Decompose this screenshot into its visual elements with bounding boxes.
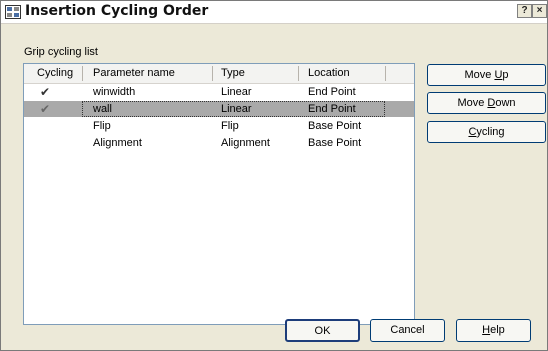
insertion-cycling-order-dialog: Insertion Cycling Order ? × Grip cycling…	[0, 0, 548, 351]
parameter-name-cell: Flip	[93, 120, 111, 132]
help-label-rest: elp	[490, 324, 505, 336]
cycling-label-rest: ycling	[476, 126, 505, 138]
type-cell: Alignment	[221, 137, 270, 149]
autocad-icon	[5, 5, 21, 19]
grip-cycling-list-label: Grip cycling list	[24, 46, 98, 58]
move-up-label-rest: p	[502, 69, 509, 81]
location-cell: Base Point	[308, 120, 362, 132]
move-down-label: Move	[457, 97, 488, 109]
grip-cycling-list[interactable]: Cycling Parameter name Type Location ✔ wi…	[23, 63, 415, 325]
help-button[interactable]: Help	[456, 319, 531, 342]
move-down-button[interactable]: Move Down	[427, 92, 546, 114]
column-header-cycling[interactable]: Cycling	[37, 64, 73, 83]
type-cell: Flip	[221, 120, 239, 132]
move-up-label: Move	[464, 69, 495, 81]
checkmark-icon[interactable]: ✔	[40, 85, 50, 99]
type-cell: Linear	[221, 86, 252, 98]
column-header-location[interactable]: Location	[308, 64, 350, 83]
table-row[interactable]: Alignment Alignment Base Point	[24, 135, 414, 151]
column-divider[interactable]	[212, 66, 213, 81]
cycling-button[interactable]: Cycling	[427, 121, 546, 143]
table-row[interactable]: ✔ winwidth Linear End Point	[24, 84, 414, 100]
parameter-name-cell: wall	[93, 103, 112, 115]
column-divider[interactable]	[385, 66, 386, 81]
location-cell: End Point	[308, 86, 356, 98]
list-header: Cycling Parameter name Type Location	[24, 64, 414, 84]
move-up-button[interactable]: Move Up	[427, 64, 546, 86]
parameter-name-cell: winwidth	[93, 86, 136, 98]
cancel-button[interactable]: Cancel	[370, 319, 445, 342]
table-row[interactable]: Flip Flip Base Point	[24, 118, 414, 134]
help-icon[interactable]: ?	[517, 4, 532, 18]
window-title: Insertion Cycling Order	[25, 3, 209, 19]
title-bar[interactable]: Insertion Cycling Order ? ×	[1, 1, 547, 24]
column-header-type[interactable]: Type	[221, 64, 245, 83]
location-cell: End Point	[308, 103, 356, 115]
table-row[interactable]: ✔ wall Linear End Point	[24, 101, 414, 117]
type-cell: Linear	[221, 103, 252, 115]
column-divider[interactable]	[82, 66, 83, 81]
column-header-parameter-name[interactable]: Parameter name	[93, 64, 175, 83]
move-down-label-rest: own	[495, 97, 516, 109]
location-cell: Base Point	[308, 137, 362, 149]
checkmark-icon[interactable]: ✔	[40, 102, 50, 116]
parameter-name-cell: Alignment	[93, 137, 142, 149]
close-icon[interactable]: ×	[532, 4, 547, 18]
help-mnemonic: H	[482, 324, 491, 336]
column-divider[interactable]	[298, 66, 299, 81]
ok-button[interactable]: OK	[285, 319, 360, 342]
